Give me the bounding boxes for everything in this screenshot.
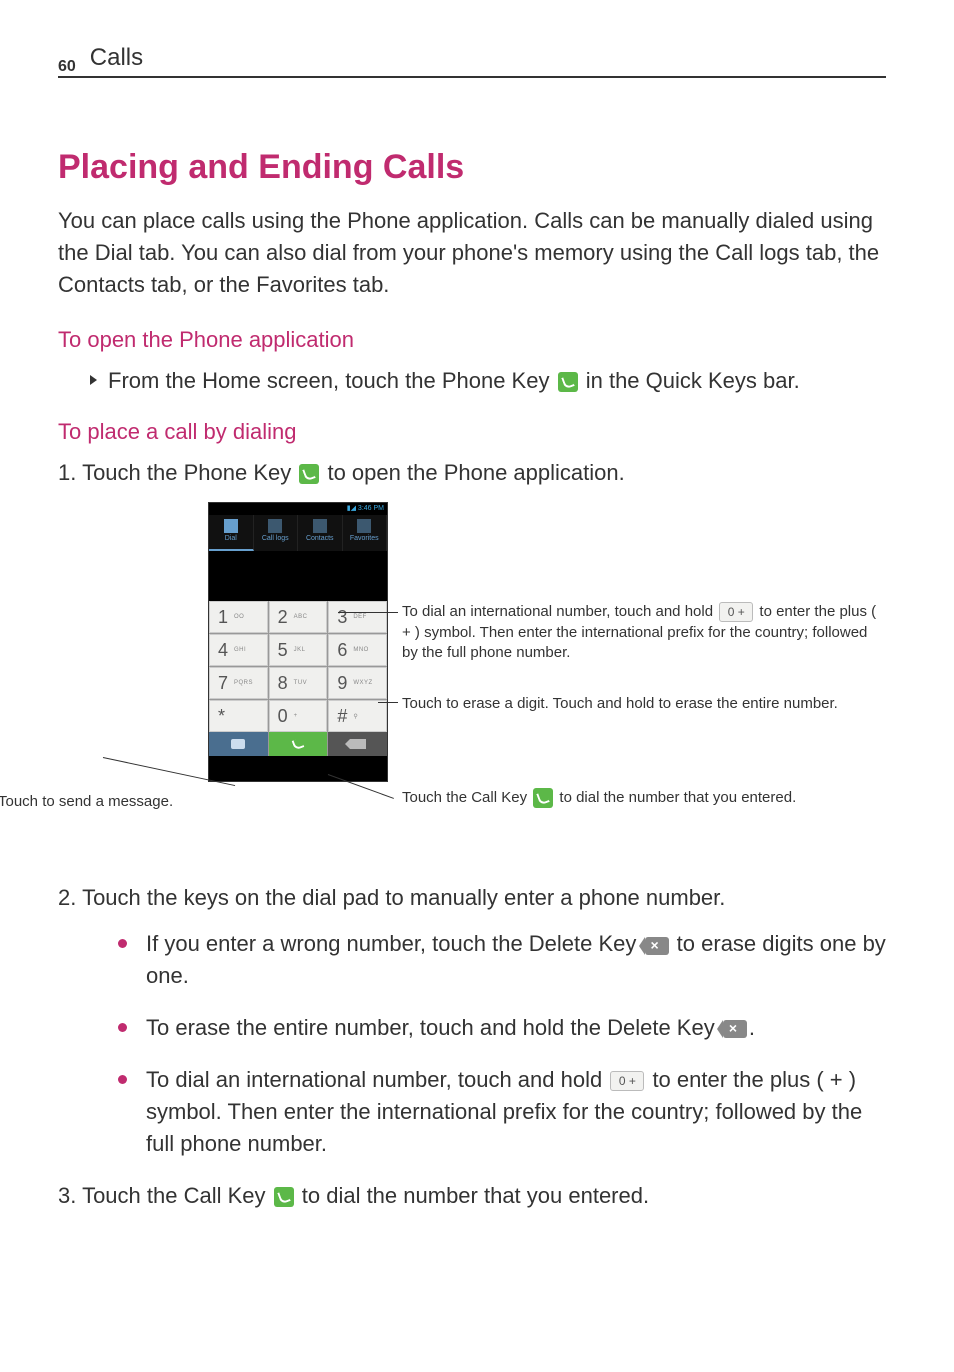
phone-key-icon bbox=[299, 464, 319, 484]
message-icon bbox=[231, 739, 245, 749]
triangle-bullet-icon bbox=[90, 375, 97, 385]
contacts-icon bbox=[313, 519, 327, 533]
number-display bbox=[209, 551, 387, 601]
delete-button[interactable] bbox=[328, 732, 387, 756]
bullet-international: To dial an international number, touch a… bbox=[118, 1064, 886, 1160]
key-7[interactable]: 7PQRS bbox=[209, 667, 268, 699]
logs-icon bbox=[268, 519, 282, 533]
key-8[interactable]: 8TUV bbox=[269, 667, 328, 699]
callout-call-key: Touch the Call Key to dial the number th… bbox=[402, 788, 842, 808]
phone-mockup: ▮◢ 3:46 PM Dial Call logs Contacts Favor… bbox=[208, 502, 388, 782]
subheading-place-call: To place a call by dialing bbox=[58, 419, 886, 445]
bullet-list: If you enter a wrong number, touch the D… bbox=[58, 928, 886, 1159]
bullet-erase-all: To erase the entire number, touch and ho… bbox=[118, 1012, 886, 1044]
message-button[interactable] bbox=[209, 732, 268, 756]
key-4[interactable]: 4GHI bbox=[209, 634, 268, 666]
key-3[interactable]: 3DEF bbox=[328, 601, 387, 633]
call-icon bbox=[292, 738, 305, 751]
step-1: 1. Touch the Phone Key to open the Phone… bbox=[58, 457, 886, 489]
subheading-open-app: To open the Phone application bbox=[58, 327, 886, 353]
tab-dial[interactable]: Dial bbox=[209, 515, 254, 551]
star-icon bbox=[357, 519, 371, 533]
key-6[interactable]: 6MNO bbox=[328, 634, 387, 666]
delete-key-icon bbox=[645, 937, 669, 955]
call-key-icon bbox=[533, 788, 553, 808]
callout-message: Touch to send a message. bbox=[0, 792, 258, 812]
key-9[interactable]: 9WXYZ bbox=[328, 667, 387, 699]
section-title: Calls bbox=[90, 44, 143, 72]
instruction-open-app: From the Home screen, touch the Phone Ke… bbox=[58, 365, 886, 397]
zero-key-icon bbox=[610, 1071, 644, 1091]
delete-key-icon bbox=[723, 1020, 747, 1038]
callout-international: To dial an international number, touch a… bbox=[402, 602, 882, 663]
key-5[interactable]: 5JKL bbox=[269, 634, 328, 666]
backspace-icon bbox=[350, 739, 366, 749]
zero-key-icon bbox=[719, 602, 753, 622]
signal-icon: ▮◢ bbox=[347, 505, 358, 512]
phone-key-icon bbox=[558, 372, 578, 392]
key-star[interactable]: * bbox=[209, 700, 268, 732]
tab-bar: Dial Call logs Contacts Favorites bbox=[209, 515, 387, 551]
step-3: 3. Touch the Call Key to dial the number… bbox=[58, 1180, 886, 1212]
key-2[interactable]: 2ABC bbox=[269, 601, 328, 633]
step-2: 2. Touch the keys on the dial pad to man… bbox=[58, 882, 886, 914]
callout-erase: Touch to erase a digit. Touch and hold t… bbox=[402, 694, 882, 714]
dial-pad: 1OO 2ABC 3DEF 4GHI 5JKL 6MNO 7PQRS 8TUV … bbox=[209, 601, 387, 732]
tab-favorites[interactable]: Favorites bbox=[343, 515, 388, 551]
callout-line bbox=[338, 612, 398, 613]
bullet-wrong-number: If you enter a wrong number, touch the D… bbox=[118, 928, 886, 992]
page-header: 60 Calls bbox=[58, 44, 886, 78]
tab-contacts[interactable]: Contacts bbox=[298, 515, 343, 551]
call-button[interactable] bbox=[269, 732, 328, 756]
intro-paragraph: You can place calls using the Phone appl… bbox=[58, 205, 886, 301]
phone-screenshot-diagram: ▮◢ 3:46 PM Dial Call logs Contacts Favor… bbox=[58, 502, 886, 842]
action-row bbox=[209, 732, 387, 756]
status-bar: ▮◢ 3:46 PM bbox=[209, 503, 387, 515]
voicemail-icon: ⚲ bbox=[353, 713, 358, 720]
callout-line bbox=[378, 702, 398, 703]
main-heading: Placing and Ending Calls bbox=[58, 148, 886, 187]
key-1[interactable]: 1OO bbox=[209, 601, 268, 633]
page-number: 60 bbox=[58, 58, 76, 76]
call-key-icon bbox=[274, 1187, 294, 1207]
key-0[interactable]: 0+ bbox=[269, 700, 328, 732]
key-hash[interactable]: #⚲ bbox=[328, 700, 387, 732]
tab-call-logs[interactable]: Call logs bbox=[254, 515, 299, 551]
dial-icon bbox=[224, 519, 238, 533]
